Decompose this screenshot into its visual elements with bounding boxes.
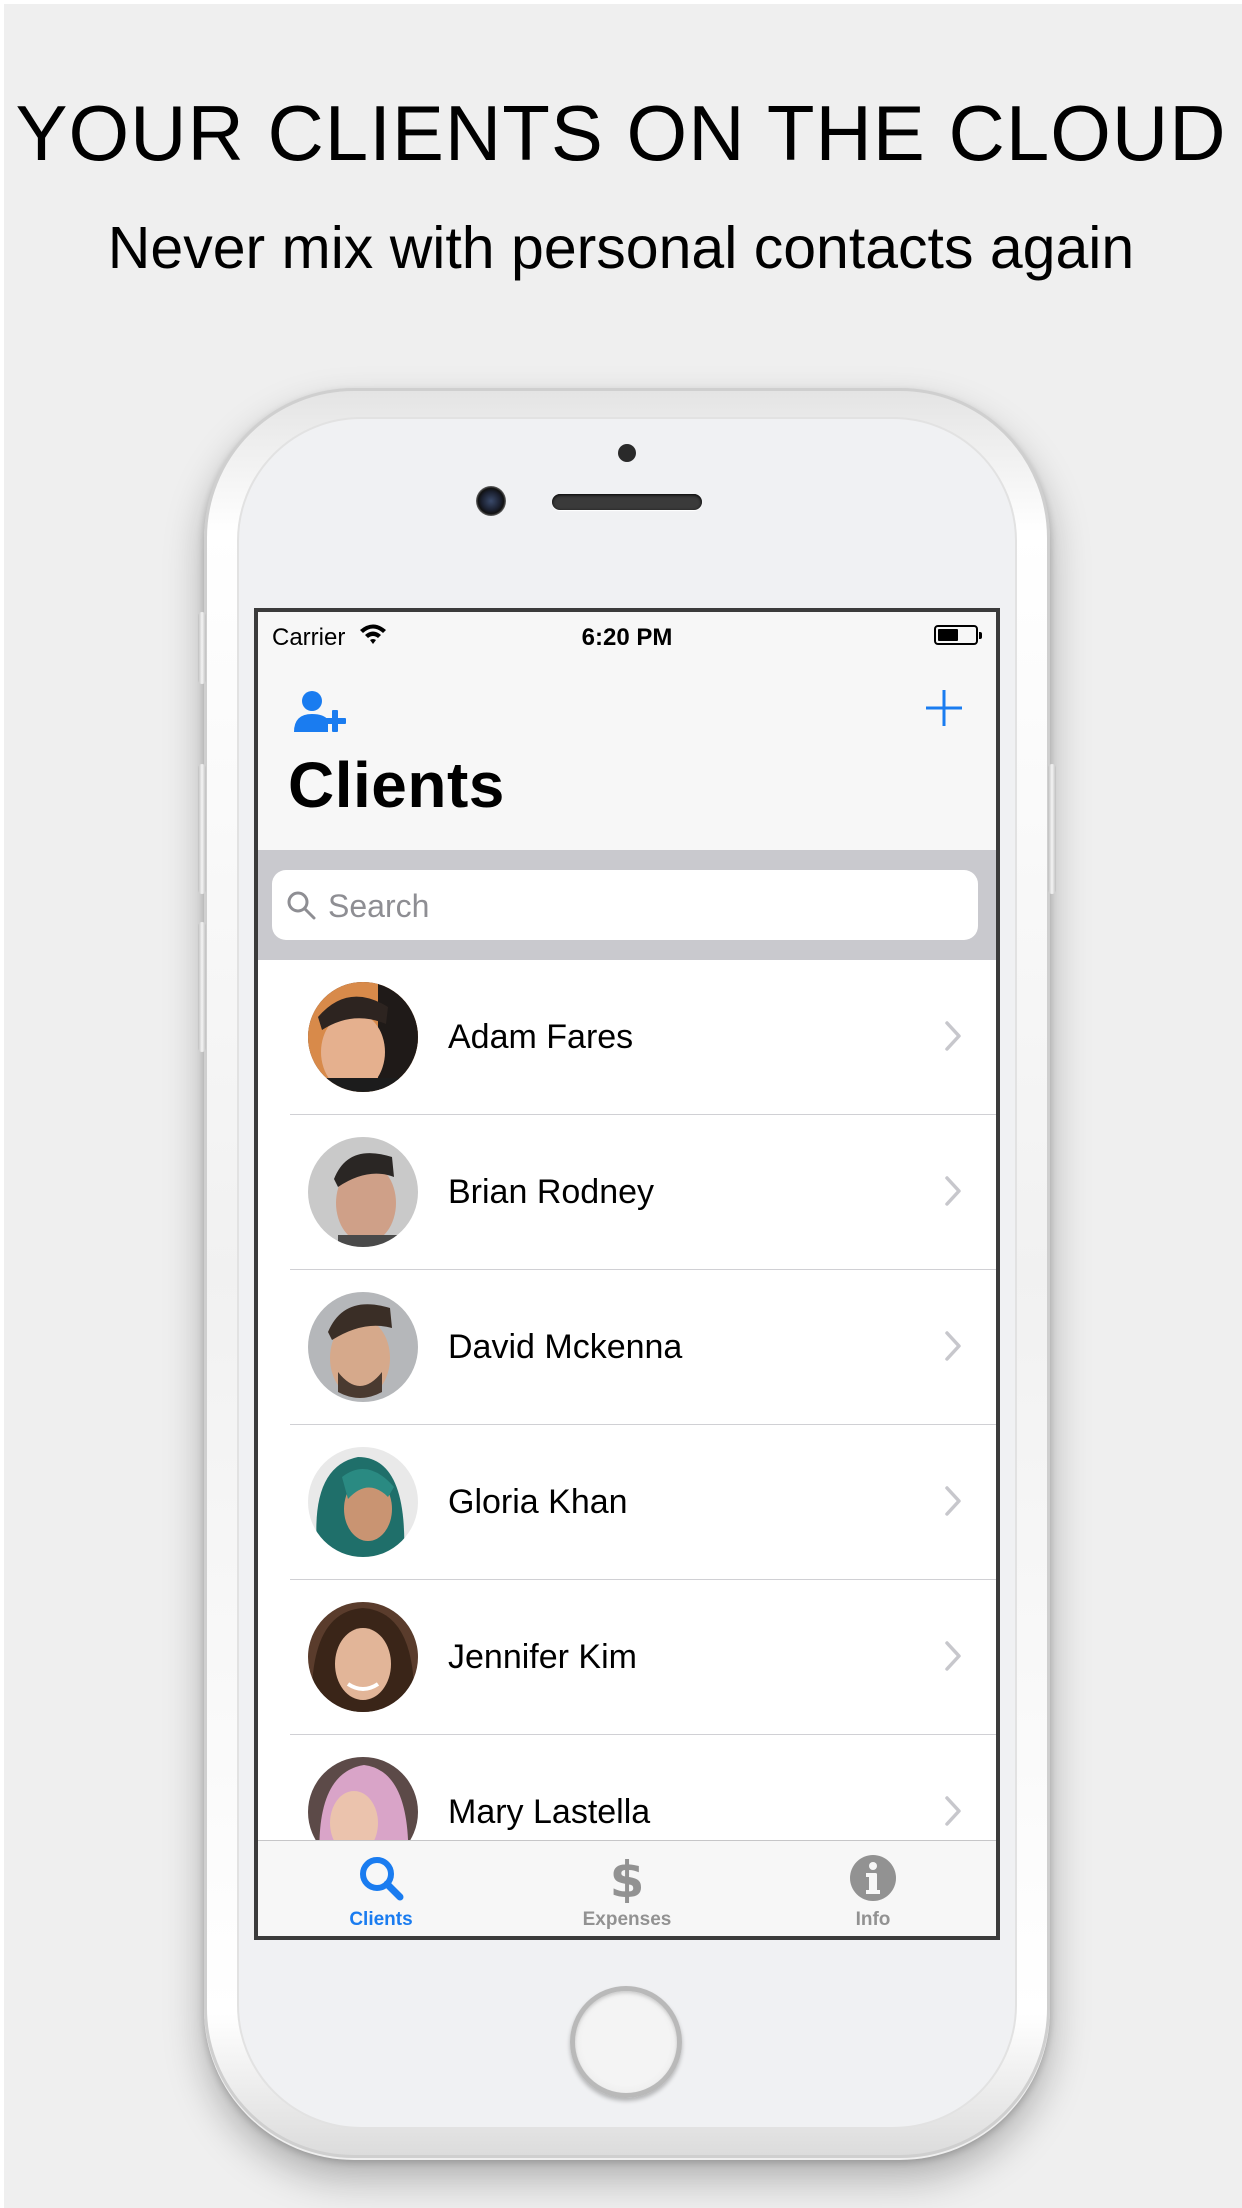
- search-placeholder: Search: [328, 888, 430, 924]
- client-name: Mary Lastella: [448, 1793, 651, 1831]
- home-button[interactable]: [570, 1986, 682, 2098]
- plus-icon[interactable]: [924, 688, 964, 728]
- earpiece-speaker: [552, 494, 702, 510]
- tab-info[interactable]: Info: [750, 1841, 996, 1936]
- tab-label: Clients: [349, 1909, 413, 1930]
- avatar: [308, 1602, 418, 1712]
- volume-down-button: [198, 922, 206, 1052]
- proximity-sensor: [618, 444, 636, 462]
- tab-clients[interactable]: Clients: [258, 1841, 504, 1936]
- client-row[interactable]: David Mckenna: [258, 1270, 996, 1425]
- avatar: [308, 1292, 418, 1402]
- client-row[interactable]: Jennifer Kim: [258, 1580, 996, 1735]
- tab-expenses[interactable]: $ Expenses: [504, 1841, 750, 1936]
- page-title: Clients: [288, 749, 505, 821]
- client-name: Adam Fares: [448, 1018, 634, 1056]
- client-name: Jennifer Kim: [448, 1638, 637, 1676]
- avatar: [308, 1447, 418, 1557]
- client-row[interactable]: Adam Fares: [258, 960, 996, 1115]
- dollar-icon: $: [610, 1853, 645, 1903]
- client-row[interactable]: Gloria Khan: [258, 1425, 996, 1580]
- tab-bar: Clients $ Expenses Info: [258, 1840, 996, 1936]
- promo-headline: YOUR CLIENTS ON THE CLOUD: [15, 89, 1227, 177]
- client-name: David Mckenna: [448, 1328, 683, 1366]
- client-row[interactable]: Brian Rodney: [258, 1115, 996, 1270]
- avatar: [308, 982, 418, 1092]
- phone-screen: Carrier 6:20 PM Clients Search Adam Fare…: [254, 608, 1000, 1940]
- chevron-right-icon: [945, 1796, 961, 1826]
- chevron-right-icon: [945, 1641, 961, 1671]
- volume-up-button: [198, 764, 206, 894]
- avatar: [308, 1137, 418, 1247]
- chevron-right-icon: [945, 1176, 961, 1206]
- search-input[interactable]: Search: [272, 870, 978, 940]
- search-icon: [360, 1857, 404, 1901]
- chevron-right-icon: [945, 1021, 961, 1051]
- battery-icon: [934, 625, 982, 645]
- avatar: [308, 1757, 418, 1840]
- tab-label: Expenses: [582, 1909, 672, 1930]
- power-button: [1048, 764, 1056, 894]
- clock: 6:20 PM: [581, 624, 673, 651]
- svg-text:$: $: [610, 1853, 645, 1903]
- client-row[interactable]: Mary Lastella: [258, 1735, 996, 1840]
- search-icon: [287, 891, 316, 920]
- promo-subheadline: Never mix with personal contacts again: [107, 215, 1135, 281]
- mute-switch: [198, 612, 206, 684]
- chevron-right-icon: [945, 1486, 961, 1516]
- tab-label: Info: [855, 1909, 891, 1930]
- search-bar: Search: [258, 850, 996, 960]
- chevron-right-icon: [945, 1331, 961, 1361]
- front-camera: [476, 486, 506, 516]
- navigation-bar: Clients: [258, 654, 996, 850]
- info-icon: [850, 1855, 896, 1901]
- add-person-icon[interactable]: [294, 690, 348, 734]
- client-name: Gloria Khan: [448, 1483, 628, 1521]
- client-name: Brian Rodney: [448, 1173, 655, 1211]
- status-bar: Carrier 6:20 PM: [258, 612, 996, 654]
- client-list: Adam Fares Brian Rodney David Mckenna Gl…: [258, 960, 996, 1840]
